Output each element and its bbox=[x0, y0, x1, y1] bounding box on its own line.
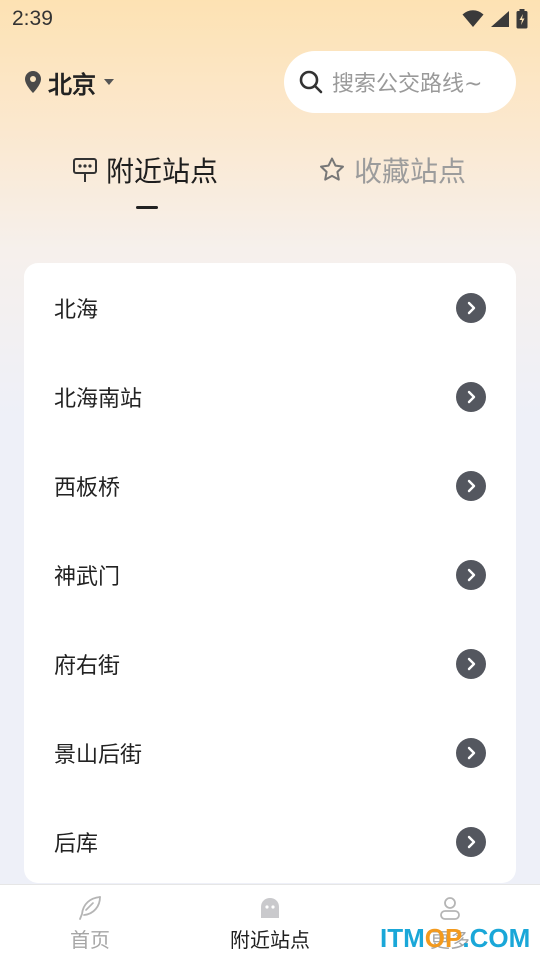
caret-down-icon bbox=[104, 79, 114, 85]
active-tab-indicator bbox=[136, 206, 158, 209]
watermark-logo: ITM OP .COM bbox=[380, 918, 540, 958]
chevron-right-icon bbox=[456, 292, 486, 323]
list-item[interactable]: 后库 bbox=[24, 797, 516, 883]
battery-icon bbox=[516, 9, 528, 29]
search-placeholder: 搜索公交路线~ bbox=[332, 72, 483, 97]
list-item[interactable]: 景山后街 bbox=[24, 708, 516, 797]
watermark-part: OP bbox=[424, 922, 463, 953]
station-name: 北海 bbox=[54, 297, 99, 323]
list-item[interactable]: 北海南站 bbox=[24, 352, 516, 441]
location-pin-icon bbox=[25, 71, 41, 93]
list-item[interactable]: 府右街 bbox=[24, 619, 516, 708]
station-name: 西板桥 bbox=[54, 475, 121, 501]
nav-nearby-stations[interactable]: 附近站点 bbox=[210, 885, 330, 960]
city-selector[interactable]: 北京 bbox=[24, 65, 116, 100]
status-icons bbox=[462, 9, 528, 29]
status-time: 2:39 bbox=[12, 7, 53, 30]
tab-favorite-stations[interactable]: 收藏站点 bbox=[318, 150, 466, 190]
station-name: 景山后街 bbox=[54, 742, 143, 768]
list-item[interactable]: 神武门 bbox=[24, 530, 516, 619]
wifi-icon bbox=[462, 10, 484, 27]
station-name: 北海南站 bbox=[54, 386, 143, 412]
station-name: 府右街 bbox=[54, 653, 121, 679]
city-name: 北京 bbox=[48, 70, 96, 99]
tab-nearby-stations[interactable]: 附近站点 bbox=[72, 150, 218, 190]
header: 北京 搜索公交路线~ bbox=[0, 50, 540, 114]
search-icon bbox=[299, 70, 323, 94]
tab-label: 附近站点 bbox=[106, 155, 219, 188]
chevron-right-icon bbox=[456, 648, 486, 679]
station-name: 神武门 bbox=[54, 564, 121, 590]
tabs: 附近站点 收藏站点 bbox=[0, 150, 540, 220]
chevron-right-icon bbox=[456, 826, 486, 857]
chevron-right-icon bbox=[456, 559, 486, 590]
station-list: 北海 北海南站 西板桥 神武门 府右街 景山后街 后库 bbox=[24, 263, 516, 883]
watermark-part: .COM bbox=[462, 922, 531, 953]
star-icon bbox=[320, 157, 344, 181]
ghost-icon bbox=[261, 897, 279, 918]
nav-home[interactable]: 首页 bbox=[30, 885, 150, 960]
nav-label: 附近站点 bbox=[230, 927, 310, 952]
search-input[interactable]: 搜索公交路线~ bbox=[284, 51, 516, 113]
signal-icon bbox=[491, 11, 509, 27]
chevron-right-icon bbox=[456, 737, 486, 768]
status-bar: 2:39 bbox=[0, 0, 540, 38]
feather-icon bbox=[79, 895, 101, 920]
station-name: 后库 bbox=[54, 831, 99, 857]
watermark-part: ITM bbox=[380, 922, 425, 953]
bus-stop-sign-icon bbox=[73, 158, 97, 182]
chevron-right-icon bbox=[456, 381, 486, 412]
nav-label: 首页 bbox=[70, 927, 110, 952]
list-item[interactable]: 北海 bbox=[24, 263, 516, 352]
chevron-right-icon bbox=[456, 470, 486, 501]
list-item[interactable]: 西板桥 bbox=[24, 441, 516, 530]
tab-label: 收藏站点 bbox=[354, 155, 467, 188]
